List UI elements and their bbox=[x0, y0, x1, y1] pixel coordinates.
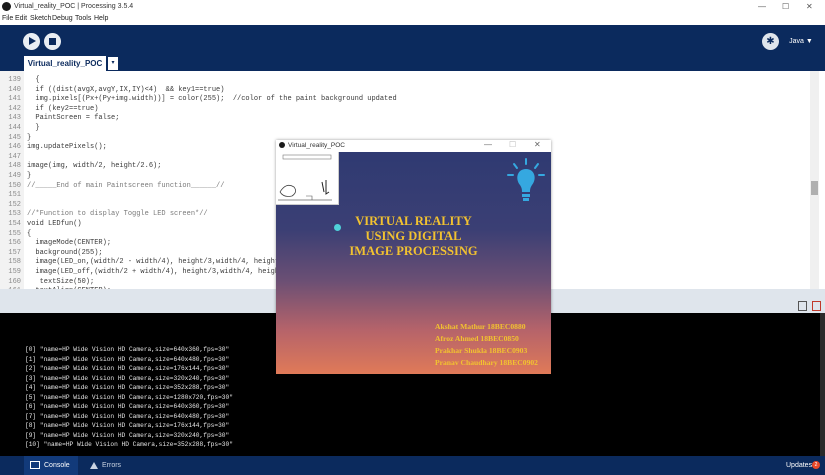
window-titlebar: Virtual_reality_POC | Processing 3.5.4 —… bbox=[0, 0, 825, 14]
window-title: Virtual_reality_POC | Processing 3.5.4 bbox=[14, 3, 134, 10]
heading-line-1: VIRTUAL REALITY bbox=[355, 214, 472, 228]
updates-label[interactable]: Updates bbox=[786, 456, 812, 475]
tab-menu-button[interactable]: ▾ bbox=[108, 57, 118, 70]
menu-sketch[interactable]: Sketch bbox=[30, 15, 51, 22]
menu-edit[interactable]: Edit bbox=[15, 15, 27, 22]
heading-line-3: IMAGE PROCESSING bbox=[349, 244, 478, 258]
toolbar bbox=[0, 25, 825, 55]
code-text: void LEDfun() bbox=[27, 220, 82, 228]
console-icon bbox=[30, 461, 40, 470]
code-text: image(img, width/2, height/2.6); bbox=[27, 162, 162, 171]
sketch-titlebar: Virtual_reality_POC — ☐ ✕ bbox=[276, 140, 551, 152]
menu-file[interactable]: File bbox=[2, 15, 13, 22]
maximize-button[interactable]: ☐ bbox=[782, 2, 789, 11]
code-text: //_____End of main Paintscreen function_… bbox=[27, 181, 225, 190]
close-button[interactable]: ✕ bbox=[806, 2, 813, 11]
tab-bar bbox=[0, 55, 825, 71]
console-line: [1] "name=HP Wide Vision HD Camera,size=… bbox=[25, 355, 230, 363]
menu-debug[interactable]: Debug bbox=[52, 15, 73, 22]
console-line: [8] "name=HP Wide Vision HD Camera,size=… bbox=[25, 422, 230, 429]
stop-button[interactable] bbox=[44, 33, 61, 50]
console-line: [9] "name=HP Wide Vision HD Camera,size=… bbox=[25, 431, 230, 439]
copy-icon[interactable] bbox=[798, 301, 807, 311]
processing-app-icon bbox=[2, 2, 11, 11]
lightbulb-icon bbox=[507, 158, 545, 201]
menu-help[interactable]: Help bbox=[94, 15, 108, 22]
sketch-close-button[interactable]: ✕ bbox=[534, 140, 541, 149]
menu-tools[interactable]: Tools bbox=[75, 15, 91, 22]
console-line: [4] "name=HP Wide Vision HD Camera,size=… bbox=[25, 384, 230, 391]
minimize-button[interactable]: — bbox=[758, 2, 766, 11]
sketch-canvas[interactable]: VIRTUAL REALITY USING DIGITAL IMAGE PROC… bbox=[276, 152, 551, 374]
clear-console-icon[interactable] bbox=[812, 301, 821, 311]
heading-line-2: USING DIGITAL bbox=[365, 229, 462, 243]
run-button[interactable] bbox=[23, 33, 40, 50]
mode-selector[interactable]: Java ▼ bbox=[786, 34, 816, 49]
console-scrollbar[interactable] bbox=[820, 313, 825, 456]
butterfly-icon[interactable]: ✱ bbox=[762, 33, 779, 50]
paint-sketch-drawing bbox=[278, 154, 332, 201]
credit-line: Prakhar Shukla 18BEC0903 bbox=[435, 346, 528, 355]
credit-line: Pranav Chaudhary 18BEC0902 bbox=[435, 358, 538, 367]
paint-preview bbox=[276, 152, 339, 205]
console-line: [10] "name=HP Wide Vision HD Camera,size… bbox=[25, 441, 233, 448]
console-line: [0] "name=HP Wide Vision HD Camera,size=… bbox=[25, 346, 230, 353]
errors-tab-label: Errors bbox=[102, 462, 122, 469]
console-tab[interactable]: Console bbox=[24, 456, 78, 475]
credit-line: Afroz Ahmed 18BEC0850 bbox=[435, 334, 519, 343]
console-line: [5] "name=HP Wide Vision HD Camera,size=… bbox=[25, 393, 233, 401]
tab-virtual-reality-poc[interactable]: Virtual_reality_POC bbox=[24, 56, 106, 71]
editor-scroll-thumb[interactable] bbox=[811, 181, 818, 195]
sketch-minimize-button[interactable]: — bbox=[484, 140, 492, 149]
console-line: [7] "name=HP Wide Vision HD Camera,size=… bbox=[25, 412, 230, 420]
code-text: PaintScreen = false; bbox=[27, 114, 120, 123]
sketch-window[interactable]: Virtual_reality_POC — ☐ ✕ VIRTUAL REALIT… bbox=[276, 140, 551, 374]
sketch-window-title: Virtual_reality_POC bbox=[288, 142, 345, 149]
console-line: [2] "name=HP Wide Vision HD Camera,size=… bbox=[25, 365, 230, 372]
updates-badge[interactable]: 2 bbox=[812, 461, 820, 469]
console-line: [3] "name=HP Wide Vision HD Camera,size=… bbox=[25, 374, 230, 382]
code-text: img.updatePixels(); bbox=[27, 143, 107, 152]
sketch-maximize-button[interactable]: ☐ bbox=[509, 140, 516, 149]
console-line: [6] "name=HP Wide Vision HD Camera,size=… bbox=[25, 403, 230, 410]
errors-tab[interactable]: Errors bbox=[84, 456, 138, 475]
warning-icon bbox=[90, 461, 98, 469]
editor-scrollbar[interactable] bbox=[810, 71, 819, 289]
sketch-app-icon bbox=[279, 142, 285, 148]
credit-line: Akshat Mathur 18BEC0880 bbox=[435, 322, 526, 331]
console-tab-label: Console bbox=[44, 462, 70, 469]
